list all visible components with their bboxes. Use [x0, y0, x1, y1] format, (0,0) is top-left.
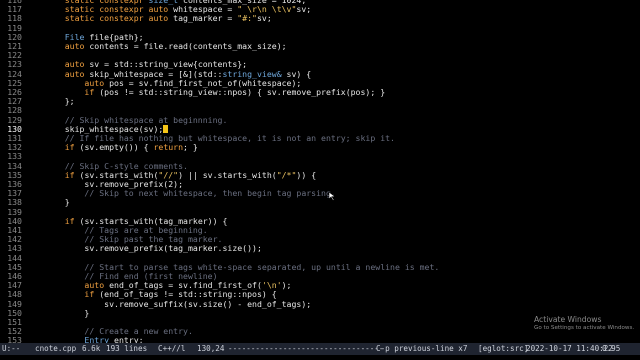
code-line[interactable]: 132 if (sv.empty()) { return; } — [0, 142, 640, 152]
code-text[interactable]: Entry entry; — [45, 335, 144, 343]
code-text[interactable]: if (pos != std::string_view::npos) { sv.… — [45, 87, 386, 97]
code-token: return — [153, 142, 184, 153]
code-token: (sv.empty()) { — [79, 142, 154, 153]
load-average: 0.95 — [602, 344, 621, 353]
code-token: "/*" — [276, 169, 297, 180]
code-token: ); — [281, 280, 292, 291]
code-text[interactable]: static constexpr auto tag_marker = "#:"s… — [45, 14, 272, 23]
code-token: Entry — [45, 335, 110, 343]
code-line[interactable]: 149 sv.remove_suffix(sv.size() - end_of_… — [0, 299, 640, 309]
datetime: 2022-10-17 11:40:22 — [526, 344, 613, 353]
modeline-fill: ---------------------------------- — [228, 344, 384, 353]
code-text[interactable]: // Skip to next whitespace, then begin t… — [45, 188, 336, 199]
code-token: sv; — [296, 4, 312, 15]
eglot-status[interactable]: [eglot:src] — [478, 343, 528, 355]
watermark-subtitle: Go to Settings to activate Windows. — [534, 325, 635, 331]
code-token: contents = file.read(contents_max_size); — [89, 41, 287, 51]
code-line[interactable]: 143 sv.remove_prefix(tag_marker.size()); — [0, 244, 640, 253]
line-number: 153 — [7, 335, 22, 343]
code-token: ; } — [183, 142, 198, 153]
code-token: tag_marker = — [173, 13, 238, 24]
major-mode[interactable]: C++//l — [158, 343, 185, 355]
code-token: auto — [45, 41, 90, 51]
text-cursor — [163, 124, 169, 133]
buffer-size: 6.6k — [82, 344, 101, 353]
code-token: ) || sv.starts_with( — [178, 169, 277, 180]
last-command: C-p previous-line x7 — [376, 344, 468, 353]
minibuffer[interactable] — [0, 355, 640, 360]
code-text[interactable]: } — [45, 307, 90, 318]
mode-line: U:-- cnote.cpp 6.6k 193 lines C++//l 130… — [0, 343, 640, 355]
code-token: static constexpr auto — [45, 13, 174, 24]
code-text[interactable]: sv.remove_prefix(tag_marker.size()); — [45, 243, 262, 254]
watermark-title: Activate Windows — [534, 315, 602, 324]
code-line[interactable]: 127 }; — [0, 96, 640, 106]
code-text[interactable]: auto contents = file.read(contents_max_s… — [45, 41, 287, 51]
line-count: 193 lines — [106, 344, 148, 353]
code-token: if — [45, 142, 80, 153]
code-line[interactable]: 121 auto contents = file.read(contents_m… — [0, 41, 640, 51]
code-line[interactable]: 118 static constexpr auto tag_marker = "… — [0, 14, 640, 23]
buffer-name[interactable]: cnote.cpp — [35, 343, 76, 355]
code-editor[interactable]: 116 static constexpr size_t contents_max… — [0, 0, 640, 343]
code-text[interactable]: }; — [45, 97, 75, 106]
code-line[interactable]: 153 Entry entry; — [0, 336, 640, 343]
code-token: }; — [45, 96, 75, 107]
code-token: sv; — [256, 13, 272, 24]
code-token: sv.remove_prefix(tag_marker.size()); — [45, 243, 262, 254]
code-line[interactable]: 126 if (pos != std::string_view::npos) {… — [0, 87, 640, 97]
code-line[interactable]: 137 // Skip to next whitespace, then beg… — [0, 188, 640, 199]
code-token: } — [45, 307, 90, 318]
code-token: entry; — [109, 335, 144, 343]
code-text[interactable]: } — [45, 198, 70, 207]
cursor-position: 130,24 — [197, 344, 225, 353]
code-token: } — [45, 197, 70, 208]
mouse-pointer-icon — [329, 192, 336, 201]
code-text[interactable]: if (sv.empty()) { return; } — [45, 143, 198, 152]
code-token: // Skip to next whitespace, then begin t… — [45, 188, 336, 199]
code-token: "#:" — [237, 13, 257, 24]
code-token: (pos != std::string_view::npos) { sv.rem… — [99, 87, 386, 97]
buffer-state: U:-- — [2, 344, 21, 353]
code-token: )) { — [296, 169, 317, 180]
code-line[interactable]: 138 } — [0, 198, 640, 207]
windows-activation-watermark: Activate Windows Go to Settings to activ… — [534, 315, 634, 331]
